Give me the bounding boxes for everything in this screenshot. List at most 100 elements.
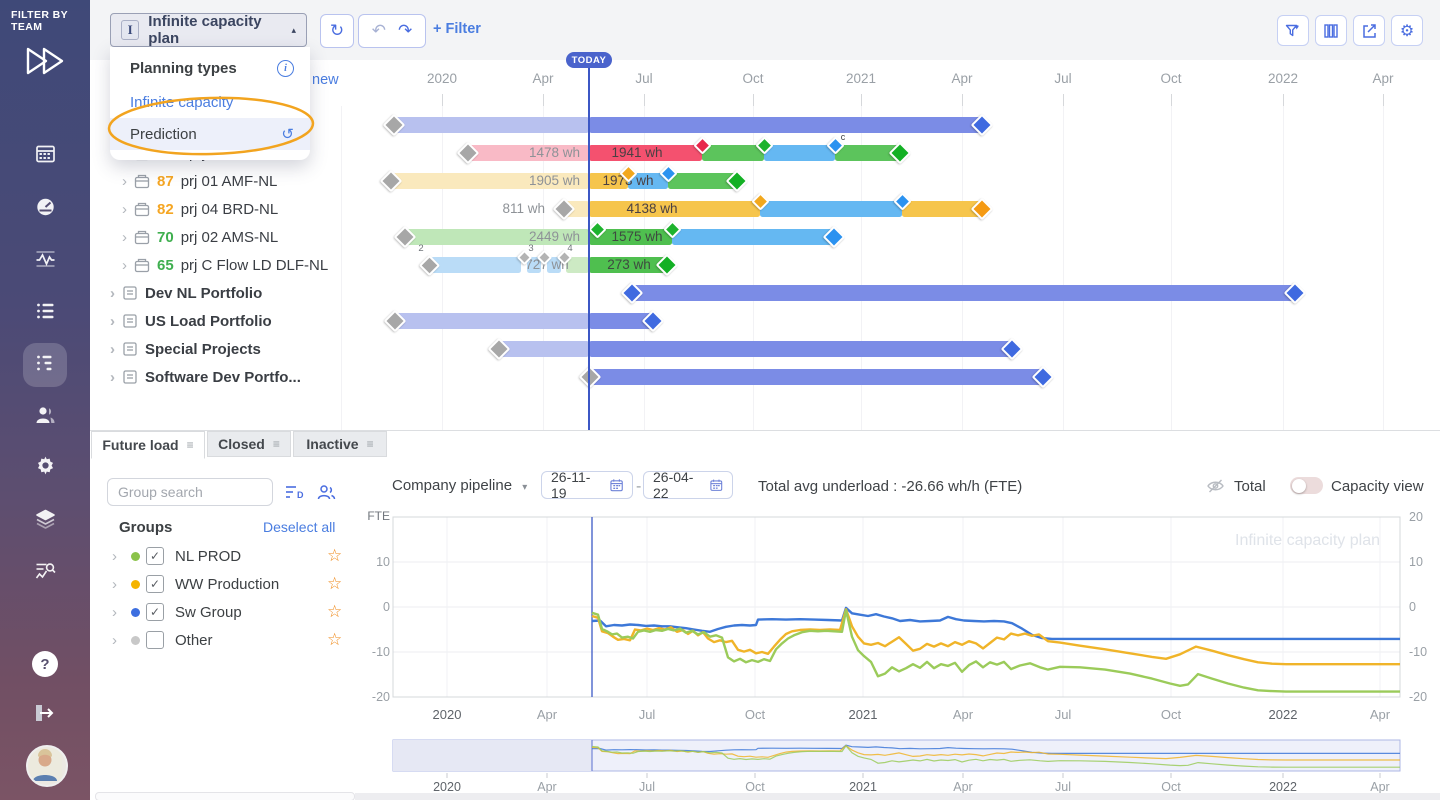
tab-menu-icon[interactable]: ≡ (367, 437, 374, 451)
portfolio-row[interactable]: ›Software Dev Portfo... (110, 366, 301, 388)
eye-off-icon[interactable] (1206, 478, 1225, 499)
expand-chevron-icon[interactable]: › (110, 341, 115, 358)
expand-chevron-icon[interactable]: › (112, 548, 126, 565)
sidebar-item-pipeline-search[interactable] (23, 551, 67, 595)
tab-menu-icon[interactable]: ≡ (273, 437, 280, 451)
group-search-input[interactable] (107, 478, 273, 506)
dropdown-option-infinite-capacity[interactable]: Infinite capacity (110, 87, 310, 118)
gantt-bar-segment[interactable] (392, 117, 589, 133)
settings-button[interactable]: ⚙ (1391, 15, 1423, 46)
app-logo-icon[interactable] (24, 44, 68, 83)
horizontal-scrollbar-track[interactable] (355, 793, 1440, 800)
tab-future-load[interactable]: Future load≡ (91, 431, 205, 459)
refresh-button[interactable]: ↻ (320, 14, 354, 48)
deselect-all-link[interactable]: Deselect all (263, 519, 335, 535)
undo-redo-buttons[interactable]: ↶ ↷ (358, 14, 426, 48)
sidebar-item-users[interactable] (23, 395, 67, 439)
logout-icon[interactable] (31, 701, 57, 730)
project-row[interactable]: ›70prj 02 AMS-NL (122, 226, 278, 248)
redo-icon[interactable]: ↷ (398, 21, 412, 41)
sidebar-item-calendar[interactable] (23, 134, 67, 178)
capacity-view-toggle[interactable] (1290, 477, 1323, 494)
group-users-icon[interactable] (316, 483, 336, 506)
add-new-link[interactable]: new (312, 72, 339, 88)
svg-text:D: D (297, 490, 304, 500)
tab-closed[interactable]: Closed≡ (207, 431, 291, 457)
date-to-input[interactable]: 26-04-22 (643, 471, 733, 499)
sidebar-item-gantt[interactable] (23, 343, 67, 387)
expand-chevron-icon[interactable]: › (112, 632, 126, 649)
row-label: prj 02 AMS-NL (181, 229, 279, 246)
expand-chevron-icon[interactable]: › (110, 285, 115, 302)
export-share-button[interactable] (1353, 15, 1385, 46)
tab-inactive[interactable]: Inactive≡ (293, 431, 387, 457)
add-filter-button[interactable]: + Filter (433, 21, 481, 37)
gantt-bar-segment[interactable] (902, 201, 980, 217)
expand-chevron-icon[interactable]: › (112, 604, 126, 621)
group-row: ›Other (112, 629, 213, 651)
help-button[interactable]: ? (32, 651, 58, 677)
timeline-tick-label: Apr (513, 71, 573, 86)
library-columns-button[interactable] (1315, 15, 1347, 46)
sidebar-item-task-list[interactable] (23, 291, 67, 335)
gantt-bar-segment[interactable] (431, 257, 521, 273)
gantt-bar-segment[interactable] (764, 145, 835, 161)
gantt-bar-segment[interactable] (702, 145, 764, 161)
info-icon[interactable]: i (277, 60, 294, 77)
tab-menu-icon[interactable]: ≡ (187, 438, 194, 452)
planning-type-dropdown-button[interactable]: I Infinite capacity plan ▴ (110, 13, 307, 47)
project-row[interactable]: ›82prj 04 BRD-NL (122, 198, 278, 220)
y-tick-label: -10 (1409, 645, 1427, 659)
user-avatar[interactable] (26, 745, 68, 787)
portfolio-row[interactable]: ›Dev NL Portfolio (110, 282, 262, 304)
sidebar-item-settings-gear[interactable] (23, 447, 67, 491)
gantt-bar-segment[interactable] (589, 341, 1012, 357)
groups-heading: Groups (119, 519, 172, 536)
gantt-bar-segment[interactable] (501, 341, 589, 357)
sidebar-item-activity[interactable] (23, 239, 67, 283)
group-sort-icon[interactable]: D (284, 483, 306, 506)
expand-chevron-icon[interactable]: › (122, 229, 127, 246)
reset-icon[interactable]: ↺ (281, 125, 294, 143)
timeline-minimap[interactable]: 2020AprJulOct2021AprJulOct2022Apr (360, 737, 1440, 799)
timeline-gridline (1283, 106, 1284, 430)
gantt-bar-segment[interactable] (672, 229, 832, 245)
portfolio-row[interactable]: ›Special Projects (110, 338, 261, 360)
project-icon (134, 258, 150, 273)
filter-favorites-button[interactable]: ♥ (1277, 15, 1309, 46)
sidebar-item-dashboard-gauge[interactable] (23, 187, 67, 231)
group-checkbox[interactable]: ✓ (146, 575, 164, 593)
horizontal-scrollbar-thumb[interactable] (95, 792, 355, 800)
date-from-input[interactable]: 26-11-19 (541, 471, 633, 499)
expand-chevron-icon[interactable]: › (122, 173, 127, 190)
expand-chevron-icon[interactable]: › (122, 257, 127, 274)
y-tick-label: -20 (1409, 690, 1427, 704)
favorite-star-icon[interactable]: ☆ (327, 602, 342, 622)
gantt-bar-segment[interactable] (589, 117, 984, 133)
group-checkbox[interactable]: ✓ (146, 547, 164, 565)
gantt-bar-segment[interactable] (397, 313, 589, 329)
group-checkbox[interactable] (146, 631, 164, 649)
expand-chevron-icon[interactable]: › (110, 369, 115, 386)
gantt-bar-segment[interactable] (630, 285, 1297, 301)
sidebar-item-layers[interactable] (23, 499, 67, 543)
expand-chevron-icon[interactable]: › (122, 201, 127, 218)
favorite-star-icon[interactable]: ☆ (327, 574, 342, 594)
planning-types-dropdown: Planning types i Infinite capacityPredic… (110, 47, 310, 160)
gantt-bar-segment[interactable] (760, 201, 902, 217)
expand-chevron-icon[interactable]: › (110, 313, 115, 330)
main-area: I Infinite capacity plan ▴ ↻ ↶ ↷ + Filte… (90, 0, 1440, 800)
dropdown-option-prediction[interactable]: Prediction↺ (110, 118, 310, 150)
favorite-star-icon[interactable]: ☆ (327, 546, 342, 566)
expand-chevron-icon[interactable]: › (112, 576, 126, 593)
group-checkbox[interactable]: ✓ (146, 603, 164, 621)
gantt-bar-segment[interactable] (592, 369, 1043, 385)
favorite-star-icon[interactable]: ☆ (327, 630, 342, 650)
portfolio-row[interactable]: ›US Load Portfolio (110, 310, 272, 332)
y-tick-label: -20 (372, 690, 390, 704)
pipeline-selector[interactable]: Company pipeline ▾ (392, 477, 527, 494)
project-row[interactable]: ›65prj C Flow LD DLF-NL (122, 254, 328, 276)
project-row[interactable]: ›87prj 01 AMF-NL (122, 170, 277, 192)
timeline-tick-label: Jul (614, 71, 674, 86)
undo-icon[interactable]: ↶ (372, 21, 386, 41)
